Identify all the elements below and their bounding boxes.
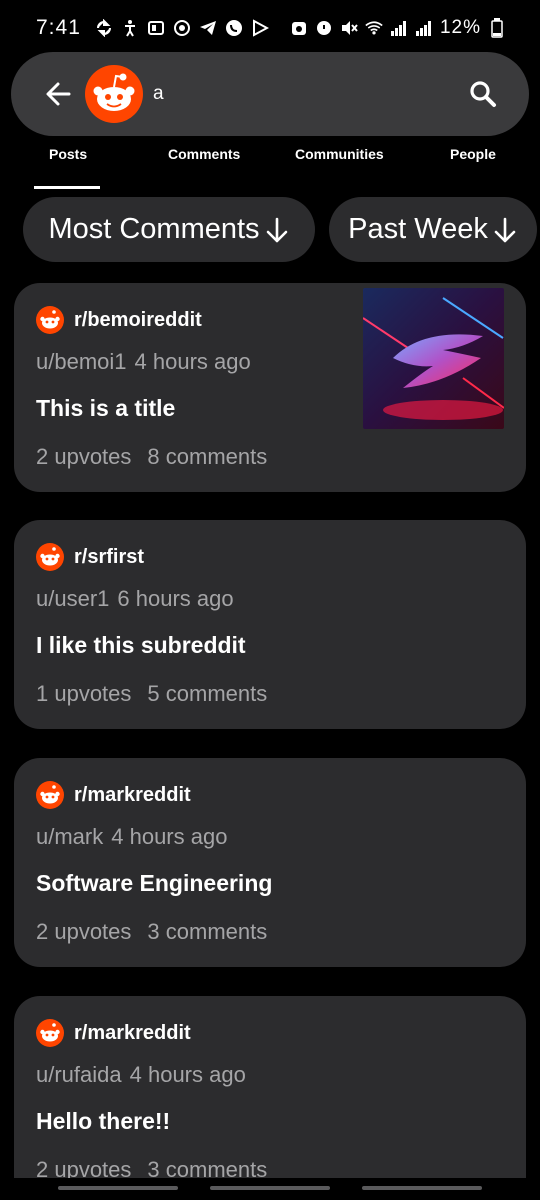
- aim-icon: [173, 19, 191, 37]
- battery-icon: [488, 18, 506, 38]
- post-card[interactable]: r/bemoireddit u/bemoi1 4 hours ago This …: [14, 283, 526, 492]
- whatsapp-icon: [225, 19, 243, 37]
- sync-icon: [95, 19, 113, 37]
- arrow-left-icon: [46, 82, 71, 106]
- post-title: Software Engineering: [36, 870, 273, 896]
- subreddit-icon: [36, 781, 64, 809]
- reddit-logo-icon: [85, 65, 143, 123]
- post-content: r/markreddit u/mark 4 hours ago Software…: [36, 780, 504, 945]
- play-icon: [251, 19, 269, 37]
- post-comments: 5 comments: [147, 681, 268, 706]
- post-card[interactable]: r/markreddit u/rufaida 4 hours ago Hello…: [14, 996, 526, 1180]
- post-subreddit[interactable]: r/srfirst: [74, 546, 144, 569]
- status-bar: 7:41 12%: [0, 0, 540, 56]
- post-subreddit[interactable]: r/markreddit: [74, 1022, 191, 1045]
- post-content: r/srfirst u/user1 6 hours ago I like thi…: [36, 542, 504, 707]
- search-tabs: Posts Comments Communities People: [0, 138, 540, 192]
- signal-icon: [390, 19, 408, 37]
- accessibility-icon: [121, 19, 139, 37]
- post-author[interactable]: u/mark: [36, 824, 103, 850]
- post-subreddit[interactable]: r/markreddit: [74, 784, 191, 807]
- search-button[interactable]: [467, 78, 499, 110]
- app-screen: 7:41 12% a Posts Comments Communities Pe…: [0, 0, 540, 1200]
- post-comments: 3 comments: [147, 919, 268, 944]
- post-comments: 3 comments: [147, 1157, 268, 1180]
- wifi-icon: [365, 19, 383, 37]
- post-meta: u/user1 6 hours ago: [36, 586, 504, 612]
- post-upvotes: 2 upvotes: [36, 444, 132, 469]
- post-content: r/bemoireddit u/bemoi1 4 hours ago This …: [36, 305, 504, 470]
- post-title: I like this subreddit: [36, 632, 246, 658]
- post-author[interactable]: u/bemoi1: [36, 349, 127, 375]
- post-subreddit-row: r/markreddit: [36, 780, 504, 810]
- post-stats: 1 upvotes 5 comments: [36, 681, 504, 707]
- arrow-down-icon: [264, 215, 290, 245]
- telegram-icon: [199, 19, 217, 37]
- post-subreddit-row: r/srfirst: [36, 542, 504, 572]
- battery-percentage: 12%: [439, 17, 481, 38]
- status-right: 12%: [290, 17, 506, 39]
- post-stats: 2 upvotes 3 comments: [36, 1157, 504, 1180]
- signal-2-icon: [415, 19, 433, 37]
- post-meta: u/bemoi1 4 hours ago: [36, 349, 504, 375]
- post-upvotes: 1 upvotes: [36, 681, 132, 706]
- dual-sim-icon: [147, 19, 165, 37]
- status-left: 7:41: [36, 16, 269, 40]
- post-subreddit-row: r/markreddit: [36, 1018, 504, 1048]
- arrow-down-icon: [492, 215, 518, 245]
- post-stats: 2 upvotes 3 comments: [36, 919, 504, 945]
- tab-posts[interactable]: Posts: [49, 146, 87, 162]
- tab-comments[interactable]: Comments: [168, 146, 240, 162]
- search-bar: [11, 52, 529, 136]
- sort-filter-label: Most Comments: [48, 213, 260, 245]
- post-card[interactable]: r/markreddit u/mark 4 hours ago Software…: [14, 758, 526, 967]
- post-time: 4 hours ago: [111, 824, 228, 849]
- subreddit-icon: [36, 306, 64, 334]
- subreddit-icon: [36, 1019, 64, 1047]
- tab-communities[interactable]: Communities: [295, 146, 384, 162]
- time-filter-label: Past Week: [348, 213, 488, 245]
- post-comments: 8 comments: [147, 444, 268, 469]
- post-upvotes: 2 upvotes: [36, 1157, 132, 1180]
- post-upvotes: 2 upvotes: [36, 919, 132, 944]
- search-icon: [470, 81, 496, 107]
- post-meta: u/mark 4 hours ago: [36, 824, 504, 850]
- post-subreddit[interactable]: r/bemoireddit: [74, 309, 202, 332]
- nav-recent-button[interactable]: [58, 1186, 178, 1190]
- mute-icon: [315, 19, 333, 37]
- sort-filter-button[interactable]: Most Comments: [23, 197, 315, 262]
- search-input[interactable]: [153, 74, 467, 114]
- post-meta: u/rufaida 4 hours ago: [36, 1062, 504, 1088]
- status-time: 7:41: [36, 16, 81, 39]
- post-time: 6 hours ago: [117, 586, 234, 611]
- post-author[interactable]: u/rufaida: [36, 1062, 122, 1088]
- active-tab-indicator: [34, 186, 100, 189]
- post-content: r/markreddit u/rufaida 4 hours ago Hello…: [36, 1018, 504, 1180]
- post-stats: 2 upvotes 8 comments: [36, 444, 504, 470]
- time-filter-button[interactable]: Past Week: [329, 197, 537, 262]
- vibrate-mute-icon: [340, 19, 358, 37]
- tab-people[interactable]: People: [450, 146, 496, 162]
- system-nav-bar: [0, 1178, 540, 1200]
- post-time: 4 hours ago: [129, 1062, 246, 1087]
- post-subreddit-row: r/bemoireddit: [36, 305, 504, 335]
- post-author[interactable]: u/user1: [36, 586, 109, 612]
- alarm-icon: [290, 19, 308, 37]
- post-card[interactable]: r/srfirst u/user1 6 hours ago I like thi…: [14, 520, 526, 729]
- post-title: This is a title: [36, 395, 176, 421]
- nav-home-button[interactable]: [210, 1186, 330, 1190]
- subreddit-icon: [36, 543, 64, 571]
- post-title: Hello there!!: [36, 1108, 171, 1134]
- nav-back-button[interactable]: [362, 1186, 482, 1190]
- post-time: 4 hours ago: [134, 349, 251, 374]
- back-button[interactable]: [43, 79, 73, 109]
